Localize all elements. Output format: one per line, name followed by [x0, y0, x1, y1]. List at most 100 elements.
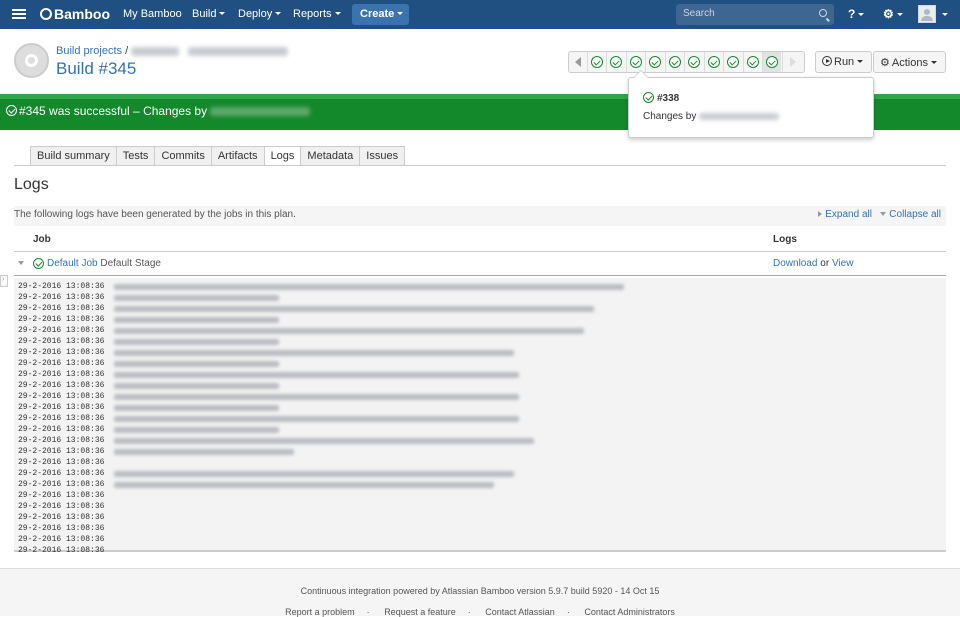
build-history-strip [568, 51, 805, 73]
history-build[interactable] [665, 52, 684, 72]
help-icon[interactable]: ? [848, 7, 865, 21]
log-message [114, 482, 494, 488]
chevron-down-icon [219, 12, 226, 15]
breadcrumb-build-projects[interactable]: Build projects [56, 45, 122, 57]
log-message [114, 416, 519, 422]
log-message [114, 295, 279, 301]
divider [14, 275, 946, 276]
breadcrumb-plan[interactable] [188, 46, 289, 56]
log-timestamp: 29-2-2016 13:08:36 [18, 469, 105, 478]
success-icon [669, 56, 681, 68]
log-timestamp: 29-2-2016 13:08:36 [18, 513, 105, 522]
tab-commits[interactable]: Commits [154, 146, 211, 166]
view-link[interactable]: View [832, 258, 854, 269]
bamboo-logo[interactable]: Bamboo [40, 6, 110, 22]
log-timestamp: 29-2-2016 13:08:36 [18, 480, 105, 489]
log-line: 29-2-2016 13:08:36 [14, 513, 946, 524]
chevron-down-icon [930, 61, 937, 64]
log-line: 29-2-2016 13:08:36 [14, 469, 946, 480]
chevron-down-icon [857, 60, 864, 63]
nav-build[interactable]: Build [192, 8, 226, 20]
log-line: 29-2-2016 13:08:36 [14, 293, 946, 304]
tab-tests[interactable]: Tests [115, 146, 155, 166]
history-build[interactable] [723, 52, 742, 72]
previous-build-icon[interactable] [575, 57, 581, 67]
bamboo-logo-icon [40, 8, 52, 20]
log-timestamp: 29-2-2016 13:08:36 [18, 425, 105, 434]
chevron-down-icon [275, 12, 282, 15]
user-avatar[interactable] [918, 5, 936, 23]
log-timestamp: 29-2-2016 13:08:36 [18, 458, 105, 467]
gear-icon: ⚙ [880, 57, 890, 69]
history-build[interactable] [645, 52, 664, 72]
log-output: 29-2-2016 13:08:36 29-2-2016 13:08:36 29-2… [14, 278, 946, 555]
tab-metadata[interactable]: Metadata [300, 146, 360, 166]
actions-button[interactable]: ⚙ Actions [873, 51, 946, 73]
divider [14, 251, 946, 252]
run-button[interactable]: Run [815, 51, 872, 73]
log-timestamp: 29-2-2016 13:08:36 [18, 491, 105, 500]
search-input[interactable]: Search [676, 4, 834, 25]
log-message [114, 427, 279, 433]
log-timestamp: 29-2-2016 13:08:36 [18, 315, 105, 324]
history-build[interactable] [626, 52, 645, 72]
log-line: 29-2-2016 13:08:36 [14, 282, 946, 293]
author-name [699, 112, 780, 120]
history-build[interactable] [704, 52, 723, 72]
create-button[interactable]: Create [352, 4, 409, 25]
log-line: 29-2-2016 13:08:36 [14, 381, 946, 392]
log-timestamp: 29-2-2016 13:08:36 [18, 436, 105, 445]
success-icon [6, 105, 17, 116]
log-timestamp: 29-2-2016 13:08:36 [18, 524, 105, 533]
collapse-all-link[interactable]: Collapse all [889, 209, 941, 220]
nav-my-bamboo[interactable]: My Bamboo [123, 8, 182, 20]
tab-artifacts[interactable]: Artifacts [210, 146, 264, 166]
log-timestamp: 29-2-2016 13:08:36 [18, 414, 105, 423]
collapse-toggle-icon[interactable] [18, 261, 24, 265]
history-build-current[interactable] [762, 52, 781, 72]
expand-all-link[interactable]: Expand all [825, 209, 872, 220]
breadcrumb-project[interactable] [131, 46, 180, 56]
history-build[interactable] [684, 52, 703, 72]
log-message [114, 394, 519, 400]
tab-build-summary[interactable]: Build summary [30, 146, 116, 166]
next-build-icon[interactable] [790, 57, 796, 67]
success-icon [610, 56, 622, 68]
log-timestamp: 29-2-2016 13:08:36 [18, 337, 105, 346]
job-link[interactable]: Default Job [47, 258, 98, 269]
log-message [114, 284, 624, 290]
gear-icon[interactable]: ⚙ [883, 7, 903, 21]
success-icon [630, 56, 642, 68]
expand-icon [818, 211, 823, 217]
history-build[interactable] [743, 52, 762, 72]
tab-divider [14, 165, 946, 166]
success-icon [643, 92, 654, 103]
page-title: Build #345 [56, 59, 137, 78]
log-message [114, 361, 279, 367]
log-gutter-handle[interactable]: › [0, 275, 8, 287]
chevron-down-icon [334, 12, 341, 15]
tab-issues[interactable]: Issues [359, 146, 406, 166]
logs-heading: Logs [14, 176, 49, 193]
log-message [114, 383, 279, 389]
log-timestamp: 29-2-2016 13:08:36 [18, 304, 105, 313]
log-line: 29-2-2016 13:08:36 [14, 315, 946, 326]
log-message [114, 449, 294, 455]
success-icon [33, 258, 44, 269]
author-name[interactable] [210, 107, 311, 117]
nav-deploy[interactable]: Deploy [238, 8, 282, 20]
nav-reports[interactable]: Reports [293, 8, 341, 20]
project-avatar [14, 43, 49, 78]
top-navigation-bar: Bamboo My Bamboo Build Deploy Reports Cr… [0, 0, 960, 29]
history-build[interactable] [587, 52, 606, 72]
result-tabs: Build summary Tests Commits Artifacts Lo… [30, 146, 406, 166]
chevron-down-icon [942, 13, 948, 16]
log-message [114, 438, 534, 444]
menu-icon[interactable] [12, 7, 26, 21]
history-build[interactable] [606, 52, 625, 72]
tab-logs[interactable]: Logs [263, 146, 301, 166]
log-message [114, 339, 279, 345]
log-line: 29-2-2016 13:08:36 [14, 524, 946, 535]
download-link[interactable]: Download [773, 258, 817, 269]
success-icon [649, 56, 661, 68]
